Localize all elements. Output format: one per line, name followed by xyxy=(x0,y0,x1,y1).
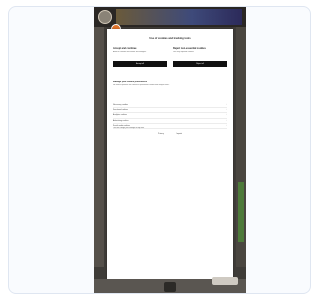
header-banner xyxy=(116,9,242,25)
reject-text: Use only required cookies. xyxy=(173,51,195,53)
chevron-right-icon: › xyxy=(226,114,227,117)
dialog-title: Use of cookies and tracking tools xyxy=(149,37,191,40)
accept-all-button[interactable]: Accept all xyxy=(113,61,167,67)
reject-all-button[interactable]: Reject all xyxy=(173,61,227,67)
list-item-label: Analytics cookies xyxy=(113,114,127,117)
settings-note: You can change your settings at any time… xyxy=(113,127,145,129)
imprint-link[interactable]: Imprint xyxy=(176,133,182,135)
phone-screenshot: Use of cookies and tracking tools Accept… xyxy=(94,7,246,293)
site-logo-icon xyxy=(98,10,112,24)
preferences-section: Manage your cookie preferences We and ou… xyxy=(113,81,227,98)
list-item-label: Functional cookies xyxy=(113,109,128,112)
accept-text: Allow all cookies and similar technologi… xyxy=(113,51,147,53)
reject-column: Reject non-essential cookies Use only re… xyxy=(173,47,227,67)
background-accent xyxy=(238,182,244,242)
accept-heading: Accept and continue xyxy=(113,47,137,50)
close-button[interactable] xyxy=(212,277,238,285)
privacy-link[interactable]: Privacy xyxy=(158,133,164,135)
reject-heading: Reject non-essential cookies xyxy=(173,47,206,50)
list-item-label: Advertising cookies xyxy=(113,119,129,122)
preferences-text: We and our partners use cookies to perso… xyxy=(113,84,170,86)
chevron-right-icon: › xyxy=(226,104,227,106)
cookie-consent-dialog: Use of cookies and tracking tools Accept… xyxy=(107,29,233,287)
background-right xyxy=(236,27,246,267)
footer-icon xyxy=(164,282,176,292)
chevron-right-icon: › xyxy=(226,109,227,112)
footer-links: Privacy Imprint xyxy=(107,133,233,135)
background-left xyxy=(94,27,104,267)
cookie-category-list: Necessary cookies › Functional cookies › A… xyxy=(113,103,227,129)
accept-column: Accept and continue Allow all cookies an… xyxy=(113,47,167,67)
preview-card: Use of cookies and tracking tools Accept… xyxy=(8,6,311,294)
chevron-right-icon: › xyxy=(226,119,227,122)
list-item-label: Necessary cookies xyxy=(113,104,129,106)
